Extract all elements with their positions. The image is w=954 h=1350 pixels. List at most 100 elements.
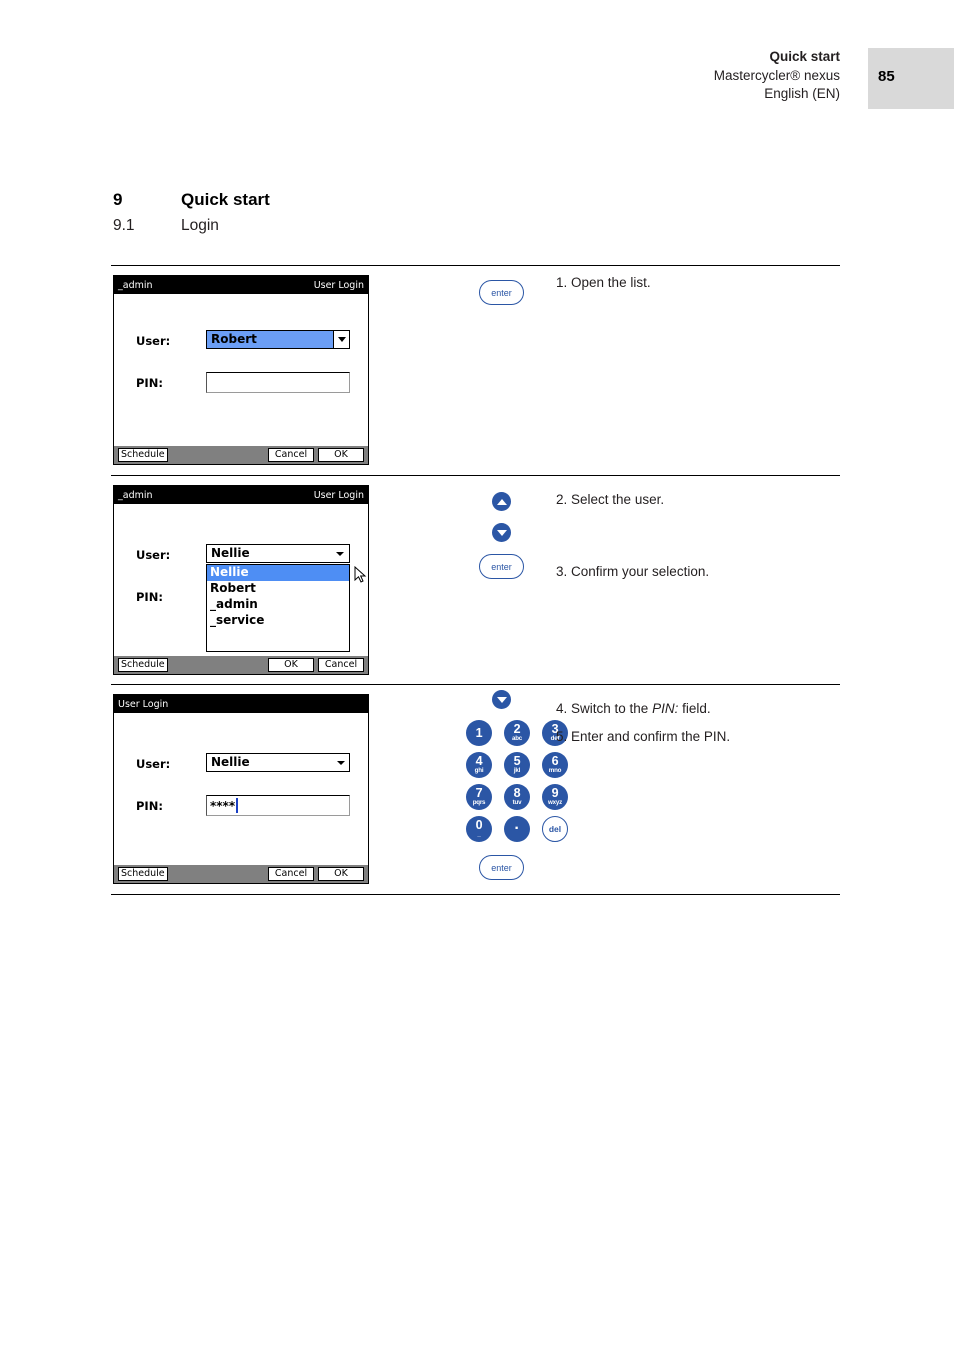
key-2: 2 abc [504, 720, 530, 746]
step-row-3: User Login User: Nellie PIN: **** Schedu… [111, 685, 840, 894]
user-dropdown-3[interactable]: Nellie [206, 753, 350, 772]
instruction-item: 2. Select the user. [556, 491, 846, 508]
ok-button-3[interactable]: OK [318, 867, 364, 881]
user-dropdown-value-2: Nellie [211, 546, 250, 560]
user-field-label-3: User: [136, 757, 171, 771]
key-0: 0 _ [466, 816, 492, 842]
instruction-text: Confirm your selection. [571, 564, 710, 579]
instruction-text: Select the user. [571, 492, 665, 507]
section-number: 9.1 [113, 217, 135, 234]
device-footer-1: Schedule Cancel OK [114, 446, 368, 464]
user-dropdown-value-3: Nellie [211, 755, 250, 769]
device-screenshot-3: User Login User: Nellie PIN: **** Schedu… [113, 694, 369, 884]
device-window-3: User Login User: Nellie PIN: **** Schedu… [113, 694, 369, 884]
down-arrow-key-icon [492, 523, 511, 542]
cancel-button-1[interactable]: Cancel [268, 448, 314, 462]
key-del: del [542, 816, 568, 842]
instruction-text-after: field. [678, 701, 711, 716]
instruction-item: 1. Open the list. [556, 274, 846, 291]
user-dropdown-list[interactable]: Nellie Robert _admin _service [206, 564, 350, 652]
device-footer-2: Schedule OK Cancel [114, 656, 368, 674]
key-1: 1 [466, 720, 492, 746]
schedule-button-2[interactable]: Schedule [118, 658, 168, 672]
steps-table: _admin User Login User: Robert PIN: Sche… [111, 265, 840, 895]
device-body-1: User: Robert PIN: [114, 294, 368, 446]
cancel-button-3[interactable]: Cancel [268, 867, 314, 881]
page-number: 85 [878, 68, 895, 85]
instruction-number: 5. [556, 729, 568, 744]
user-dropdown-2[interactable]: Nellie [206, 544, 350, 563]
titlebar-screen-name-2: User Login [313, 489, 364, 501]
footer-actions-3: Cancel OK [268, 867, 364, 881]
pin-input-value-3: **** [210, 798, 236, 813]
section-title: Login [181, 217, 219, 234]
cancel-button-2[interactable]: Cancel [318, 658, 364, 672]
device-window-1: _admin User Login User: Robert PIN: Sche… [113, 275, 369, 465]
key-4: 4 ghi [466, 752, 492, 778]
chevron-down-icon[interactable] [331, 545, 349, 562]
enter-key-icon-3: enter [479, 855, 524, 880]
header-text-block: Quick start Mastercycler® nexus English … [714, 48, 840, 104]
schedule-button-1[interactable]: Schedule [118, 448, 168, 462]
user-field-label-2: User: [136, 548, 171, 562]
pin-field-label-3: PIN: [136, 799, 163, 813]
dropdown-option-nellie[interactable]: Nellie [207, 565, 349, 581]
user-field-label-1: User: [136, 334, 171, 348]
titlebar-user-2: _admin [118, 489, 153, 501]
step-row-2: _admin User Login User: Nellie PIN: Nell… [111, 476, 840, 684]
dropdown-option-robert[interactable]: Robert [207, 581, 349, 597]
key-8: 8 tuv [504, 784, 530, 810]
page-header: Quick start Mastercycler® nexus English … [0, 48, 954, 116]
instruction-emphasis: PIN: [652, 701, 679, 716]
device-titlebar-3: User Login [114, 695, 368, 713]
instructions-2: 2. Select the user. 3. Confirm your sele… [556, 491, 846, 580]
key-dot: · [504, 816, 530, 842]
pin-input-3[interactable]: **** [206, 795, 350, 816]
key-9: 9 wxyz [542, 784, 568, 810]
enter-key-icon-2: enter [479, 554, 524, 579]
chapter-number: 9 [113, 190, 123, 209]
ok-button-1[interactable]: OK [318, 448, 364, 462]
instruction-number: 3. [556, 564, 568, 579]
instruction-item: 3. Confirm your selection. [556, 563, 846, 580]
key-5: 5 jkl [504, 752, 530, 778]
pin-field-label-1: PIN: [136, 376, 163, 390]
instruction-item: 4. Switch to the PIN: field. [556, 700, 846, 717]
instruction-text: Open the list. [571, 275, 651, 290]
titlebar-screen-name-1: User Login [313, 279, 364, 291]
key-6: 6 mno [542, 752, 568, 778]
key-7: 7 pqrs [466, 784, 492, 810]
device-window-2: _admin User Login User: Nellie PIN: Nell… [113, 485, 369, 675]
step-row-1: _admin User Login User: Robert PIN: Sche… [111, 266, 840, 475]
header-language: English (EN) [764, 86, 840, 101]
footer-actions-2: OK Cancel [268, 658, 364, 672]
ok-button-2[interactable]: OK [268, 658, 314, 672]
chapter-title: Quick start [181, 190, 270, 209]
chevron-down-icon[interactable] [333, 331, 349, 348]
header-product-name: Mastercycler® nexus [713, 67, 840, 83]
pin-input-1[interactable] [206, 372, 350, 393]
instructions-1: 1. Open the list. [556, 274, 846, 291]
chevron-down-icon[interactable] [333, 754, 349, 771]
enter-key-icon-1: enter [479, 280, 524, 305]
text-caret [236, 798, 238, 813]
instruction-text: Switch to the [571, 701, 653, 716]
device-screenshot-1: _admin User Login User: Robert PIN: Sche… [113, 275, 369, 465]
instruction-text: Enter and confirm the PIN. [571, 729, 731, 744]
device-titlebar-2: _admin User Login [114, 486, 368, 504]
device-screenshot-2: _admin User Login User: Nellie PIN: Nell… [113, 485, 369, 675]
titlebar-user-1: _admin [118, 279, 153, 291]
table-rule-bottom [111, 894, 840, 895]
titlebar-screen-name-3: User Login [118, 698, 169, 710]
instruction-number: 2. [556, 492, 568, 507]
instructions-3: 4. Switch to the PIN: field. 5. Enter an… [556, 700, 846, 745]
schedule-button-3[interactable]: Schedule [118, 867, 168, 881]
dropdown-option-service[interactable]: _service [207, 613, 349, 629]
user-dropdown-1[interactable]: Robert [206, 330, 350, 349]
instruction-number: 4. [556, 701, 568, 716]
dropdown-option-admin[interactable]: _admin [207, 597, 349, 613]
mouse-cursor-icon [354, 566, 367, 583]
down-arrow-key-icon [492, 690, 511, 709]
pin-field-label-2: PIN: [136, 590, 163, 604]
instruction-item: 5. Enter and confirm the PIN. [556, 728, 846, 745]
